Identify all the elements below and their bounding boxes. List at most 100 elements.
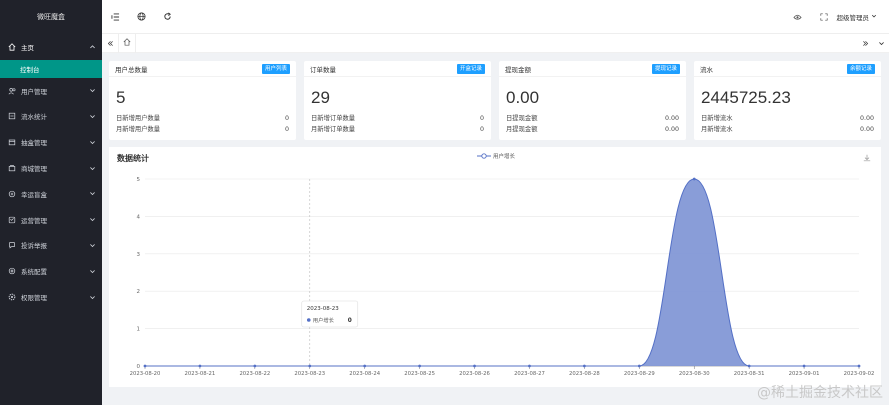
globe-icon[interactable] xyxy=(128,0,154,34)
card-link-badge[interactable]: 提现记录 xyxy=(651,63,680,74)
tooltip-value: 0 xyxy=(348,318,352,324)
y-tick-label: 2 xyxy=(137,289,141,295)
data-point[interactable] xyxy=(308,364,312,368)
chevron-down-icon xyxy=(89,294,96,301)
stat-row-label: 月新增流水 xyxy=(701,126,733,133)
card-header: 用户总数量 用户列表 xyxy=(109,61,296,77)
ops-icon xyxy=(8,216,16,224)
tab-bar xyxy=(102,33,889,53)
card-title: 用户总数量 xyxy=(115,65,148,74)
fullscreen-icon[interactable] xyxy=(811,0,837,34)
card-title: 订单数量 xyxy=(310,65,336,74)
home-icon xyxy=(8,43,16,51)
data-point[interactable] xyxy=(637,364,641,368)
data-point[interactable] xyxy=(198,364,202,368)
stat-row-value: 0 xyxy=(479,126,484,133)
settings-icon xyxy=(8,267,16,275)
x-tick-label: 2023-09-01 xyxy=(789,371,820,377)
menu-toggle-icon[interactable] xyxy=(102,0,128,34)
card-header: 提现金额 提现记录 xyxy=(499,61,686,77)
stat-row: 日新增用户数量 0 xyxy=(109,113,296,124)
card-link-badge[interactable]: 余额记录 xyxy=(846,63,875,74)
sidebar-item-label: 主页 xyxy=(21,43,34,52)
stat-card: 订单数量 开盒记录 29 日新增订单数量 0 月新增订单数量 0 xyxy=(304,61,491,140)
x-tick-label: 2023-08-28 xyxy=(569,371,600,377)
chevron-down-icon xyxy=(89,268,96,275)
tab-home[interactable] xyxy=(118,33,136,53)
x-tick-label: 2023-08-21 xyxy=(185,371,216,377)
sidebar-item-label: 投诉举报 xyxy=(21,242,47,251)
sidebar-item-users[interactable]: 用户管理 xyxy=(0,78,102,104)
sidebar-item-flow[interactable]: 流水统计 xyxy=(0,104,102,130)
tab-scroll-right-icon[interactable] xyxy=(857,34,873,53)
stat-row-label: 日提现金额 xyxy=(506,115,538,122)
sidebar-item-ops[interactable]: 运营管理 xyxy=(0,207,102,233)
refresh-icon[interactable] xyxy=(154,0,180,34)
stat-row: 日新增流水 0.00 xyxy=(694,113,881,124)
sidebar-item-console[interactable]: 控制台 xyxy=(0,59,102,78)
sidebar-item-home[interactable]: 主页 xyxy=(0,34,102,60)
data-point[interactable] xyxy=(528,364,531,368)
card-title: 流水 xyxy=(700,65,713,74)
theme-icon[interactable] xyxy=(785,0,811,34)
permission-icon xyxy=(8,293,16,301)
x-tick-label: 2023-08-22 xyxy=(239,371,270,377)
stat-row: 日提现金额 0.00 xyxy=(499,113,686,124)
sidebar-item-complaint[interactable]: 投诉举报 xyxy=(0,233,102,259)
x-tick-label: 2023-08-26 xyxy=(459,371,490,377)
home-icon xyxy=(123,38,131,48)
card-value: 29 xyxy=(311,88,330,107)
admin-label: 超级管理员 xyxy=(836,13,870,22)
stat-row-value: 0.00 xyxy=(664,126,679,133)
card-link-badge[interactable]: 用户列表 xyxy=(261,63,290,74)
sidebar-item-label: 运营管理 xyxy=(21,216,47,225)
x-tick-label: 2023-08-29 xyxy=(624,371,655,377)
stat-row-label: 日新增用户数量 xyxy=(116,115,161,122)
chart-plot[interactable]: 0 1 2 3 4 5 2023-08-20 2023-08-21 2023-08-22 2023… xyxy=(109,147,881,387)
stat-row-value: 0.00 xyxy=(664,115,679,122)
stat-row: 日新增订单数量 0 xyxy=(304,113,491,124)
sidebar-item-label: 流水统计 xyxy=(21,113,47,122)
card-header: 流水 余额记录 xyxy=(694,61,881,77)
stat-row-label: 日新增订单数量 xyxy=(311,115,356,122)
data-point[interactable] xyxy=(363,364,367,368)
data-point[interactable] xyxy=(418,364,422,368)
stat-card: 提现金额 提现记录 0.00 日提现金额 0.00 月提现金额 0.00 xyxy=(499,61,686,140)
sidebar-item-permission[interactable]: 权限管理 xyxy=(0,284,102,310)
x-tick-label: 2023-08-25 xyxy=(404,371,435,377)
data-point[interactable] xyxy=(692,177,696,181)
card-link-badge[interactable]: 开盒记录 xyxy=(456,63,485,74)
y-tick-label: 3 xyxy=(137,252,141,258)
admin-menu[interactable]: 超级管理员 xyxy=(837,12,878,22)
stat-row-value: 0 xyxy=(284,126,289,133)
sidebar-item-label: 用户管理 xyxy=(21,87,47,96)
sidebar-item-lucky[interactable]: 幸运盲盒 xyxy=(0,181,102,207)
data-point[interactable] xyxy=(802,364,806,368)
sidebar-item-label: 商城管理 xyxy=(21,165,47,174)
tab-menu-chevron-icon[interactable] xyxy=(873,34,889,53)
tooltip-series: 用户增长 xyxy=(313,316,335,324)
data-point[interactable] xyxy=(857,364,861,368)
data-point[interactable] xyxy=(473,364,476,368)
card-value: 0.00 xyxy=(506,88,540,107)
shop-icon xyxy=(8,164,16,172)
chevron-down-icon xyxy=(89,242,96,249)
chevron-down-icon xyxy=(89,216,96,223)
data-point[interactable] xyxy=(253,364,257,368)
data-point[interactable] xyxy=(582,364,586,368)
tab-scroll-left-icon[interactable] xyxy=(102,34,118,53)
data-point[interactable] xyxy=(143,364,147,368)
tooltip-date: 2023-08-23 xyxy=(307,306,339,312)
x-tick-label: 2023-08-24 xyxy=(349,371,380,377)
data-point[interactable] xyxy=(747,364,751,368)
sidebar-item-settings[interactable]: 系统配置 xyxy=(0,258,102,284)
card-value: 2445725.23 xyxy=(701,88,791,107)
x-tick-label: 2023-08-31 xyxy=(734,371,765,377)
sidebar-item-label: 幸运盲盒 xyxy=(21,190,47,199)
sidebar-item-shop[interactable]: 商城管理 xyxy=(0,155,102,181)
sidebar-item-label: 抽盒管理 xyxy=(21,139,47,148)
stat-row-label: 日新增流水 xyxy=(701,115,733,122)
stat-row-value: 0.00 xyxy=(859,126,874,133)
watermark: @稀土掘金技术社区 xyxy=(757,385,883,401)
sidebar-item-box[interactable]: 抽盒管理 xyxy=(0,129,102,155)
